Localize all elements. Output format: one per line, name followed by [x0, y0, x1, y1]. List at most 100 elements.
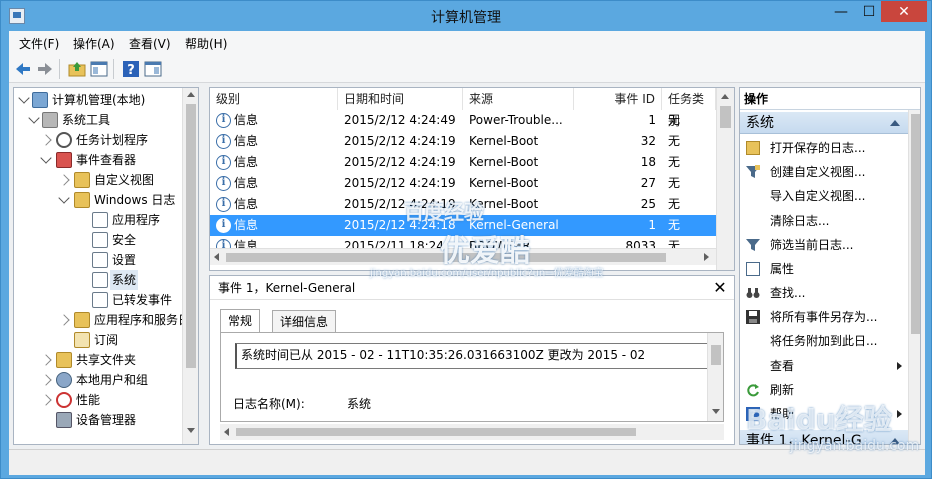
- expand-arrow-icon[interactable]: [40, 354, 52, 366]
- expand-arrow-icon[interactable]: [40, 394, 52, 406]
- computer-management-window: 计算机管理 — ☐ ✕ 文件(F) 操作(A) 查看(V) 帮助(H) ? 计算…: [0, 0, 932, 479]
- expand-arrow-icon[interactable]: [40, 134, 52, 146]
- tab-general[interactable]: 常规: [220, 309, 261, 333]
- column-header-event-id[interactable]: 事件 ID: [574, 88, 662, 110]
- scroll-up-arrow-icon[interactable]: [187, 92, 195, 97]
- action-attach-task[interactable]: 将任务附加到此日...: [740, 329, 908, 353]
- info-icon: i: [216, 134, 231, 149]
- detail-vertical-scrollbar[interactable]: [707, 333, 723, 421]
- menu-help[interactable]: 帮助(H): [185, 35, 227, 52]
- table-row[interactable]: i 信息 2015/2/12 4:24:19 Kernel-Boot 25 无: [210, 194, 716, 215]
- menu-view[interactable]: 查看(V): [129, 35, 171, 52]
- action-find[interactable]: 查找...: [740, 281, 908, 305]
- folder-icon: [74, 312, 90, 328]
- event-list-scroll-thumb[interactable]: [720, 106, 731, 128]
- clock-icon: [56, 132, 72, 148]
- table-row-selected[interactable]: i 信息 2015/2/12 4:24:18 Kernel-General 1 …: [210, 215, 716, 236]
- detail-scroll-thumb[interactable]: [711, 345, 721, 365]
- back-arrow-icon[interactable]: [13, 59, 33, 79]
- close-detail-icon[interactable]: ✕: [710, 276, 730, 300]
- status-bar: [9, 449, 925, 475]
- maximize-button[interactable]: ☐: [855, 1, 883, 23]
- minimize-button[interactable]: —: [827, 1, 855, 23]
- collapse-section-icon[interactable]: [890, 438, 900, 444]
- scroll-down-arrow-icon[interactable]: [187, 428, 195, 433]
- open-folder-icon: [746, 141, 760, 155]
- table-row[interactable]: i 信息 2015/2/12 4:24:19 Kernel-Boot 32 无: [210, 131, 716, 152]
- info-icon: i: [216, 113, 231, 128]
- action-create-custom-view[interactable]: 创建自定义视图...: [740, 160, 908, 184]
- log-icon: [92, 232, 108, 248]
- column-header-level[interactable]: 级别: [210, 88, 338, 110]
- scroll-up-arrow-icon[interactable]: [721, 94, 729, 99]
- help-icon[interactable]: ?: [121, 59, 141, 79]
- actions-section-system[interactable]: 系统: [740, 112, 908, 134]
- collapse-arrow-icon[interactable]: [40, 152, 52, 164]
- title-bar[interactable]: 计算机管理 — ☐ ✕: [1, 1, 931, 31]
- action-import-custom-view[interactable]: 导入自定义视图...: [740, 184, 908, 208]
- action-clear-log[interactable]: 清除日志...: [740, 209, 908, 233]
- submenu-arrow-icon: [897, 410, 902, 418]
- event-list-hscroll-thumb[interactable]: [226, 253, 666, 262]
- event-list-vertical-scrollbar[interactable]: [716, 88, 734, 270]
- table-row[interactable]: i 信息 2015/2/11 18:24 BROWSER 8033 无: [210, 236, 716, 248]
- scroll-down-arrow-icon[interactable]: [712, 409, 720, 414]
- event-list: 级别 日期和时间 来源 事件 ID 任务类别 i 信息 2015/2/12 4:…: [209, 87, 735, 271]
- action-refresh[interactable]: 刷新: [740, 378, 908, 402]
- event-detail-title: 事件 1，Kernel-General ✕: [210, 276, 734, 300]
- action-properties[interactable]: 属性: [740, 257, 908, 281]
- expand-arrow-icon[interactable]: [58, 174, 70, 186]
- refresh-icon: [747, 384, 759, 397]
- help-icon: ?: [746, 407, 760, 421]
- column-header-datetime[interactable]: 日期和时间: [338, 88, 463, 110]
- menu-file[interactable]: 文件(F): [19, 35, 59, 52]
- expand-arrow-icon[interactable]: [58, 314, 70, 326]
- detail-hscroll-thumb[interactable]: [236, 428, 636, 436]
- tree-scroll-thumb[interactable]: [186, 104, 196, 368]
- collapse-arrow-icon[interactable]: [28, 112, 40, 124]
- action-save-all-events[interactable]: 将所有事件另存为...: [740, 305, 908, 329]
- actions-vertical-scrollbar[interactable]: [908, 110, 920, 444]
- folder-up-icon[interactable]: [67, 59, 87, 79]
- log-icon: [92, 272, 108, 288]
- table-row[interactable]: i 信息 2015/2/12 4:24:49 Power-Trouble... …: [210, 110, 716, 131]
- event-list-horizontal-scrollbar[interactable]: [210, 248, 716, 265]
- folder-icon: [74, 172, 90, 188]
- scroll-right-arrow-icon[interactable]: [704, 253, 709, 261]
- detail-horizontal-scrollbar[interactable]: [220, 424, 724, 440]
- action-filter-current-log[interactable]: 筛选当前日志...: [740, 233, 908, 257]
- expand-arrow-icon[interactable]: [40, 374, 52, 386]
- show-hide-console-tree-icon[interactable]: [89, 59, 109, 79]
- menu-bar: 文件(F) 操作(A) 查看(V) 帮助(H): [9, 31, 925, 55]
- properties-pane-icon[interactable]: [143, 59, 163, 79]
- event-detail-pane: 事件 1，Kernel-General ✕ 常规 详细信息 系统时间已从 201…: [209, 275, 735, 445]
- close-button[interactable]: ✕: [881, 1, 927, 22]
- scroll-left-arrow-icon[interactable]: [224, 428, 229, 436]
- actions-section-event[interactable]: 事件 1，Kernel-G: [740, 430, 908, 444]
- folder-icon: [74, 192, 90, 208]
- scroll-left-arrow-icon[interactable]: [214, 253, 219, 261]
- menu-action[interactable]: 操作(A): [73, 35, 115, 52]
- actions-scroll-thumb[interactable]: [911, 114, 920, 334]
- tab-details[interactable]: 详细信息: [272, 310, 337, 332]
- column-header-source[interactable]: 来源: [463, 88, 574, 110]
- action-open-saved-log[interactable]: 打开保存的日志...: [740, 136, 908, 160]
- tree-item-system-log[interactable]: 系统: [16, 270, 198, 290]
- collapse-arrow-icon[interactable]: [18, 92, 30, 104]
- info-icon: i: [216, 176, 231, 191]
- subscription-icon: [74, 332, 90, 348]
- forward-arrow-icon[interactable]: [35, 59, 55, 79]
- info-icon: i: [216, 218, 231, 233]
- collapse-arrow-icon[interactable]: [58, 192, 70, 204]
- tree-vertical-scrollbar[interactable]: [182, 88, 198, 444]
- log-icon: [92, 252, 108, 268]
- column-header-task-category[interactable]: 任务类别: [662, 88, 716, 128]
- collapse-section-icon[interactable]: [890, 120, 900, 126]
- action-view[interactable]: 查看: [740, 354, 908, 378]
- event-message-box[interactable]: 系统时间已从 2015 - 02 - 11T10:35:26.031663100…: [235, 343, 709, 369]
- action-help[interactable]: ? 帮助: [740, 402, 908, 426]
- table-row[interactable]: i 信息 2015/2/12 4:24:19 Kernel-Boot 18 无: [210, 152, 716, 173]
- main-content: 计算机管理(本地) 系统工具 任务计划程序 事件查看器 自定义视图 Window…: [9, 83, 925, 449]
- table-row[interactable]: i 信息 2015/2/12 4:24:19 Kernel-Boot 27 无: [210, 173, 716, 194]
- toolbar-separator: [59, 59, 60, 79]
